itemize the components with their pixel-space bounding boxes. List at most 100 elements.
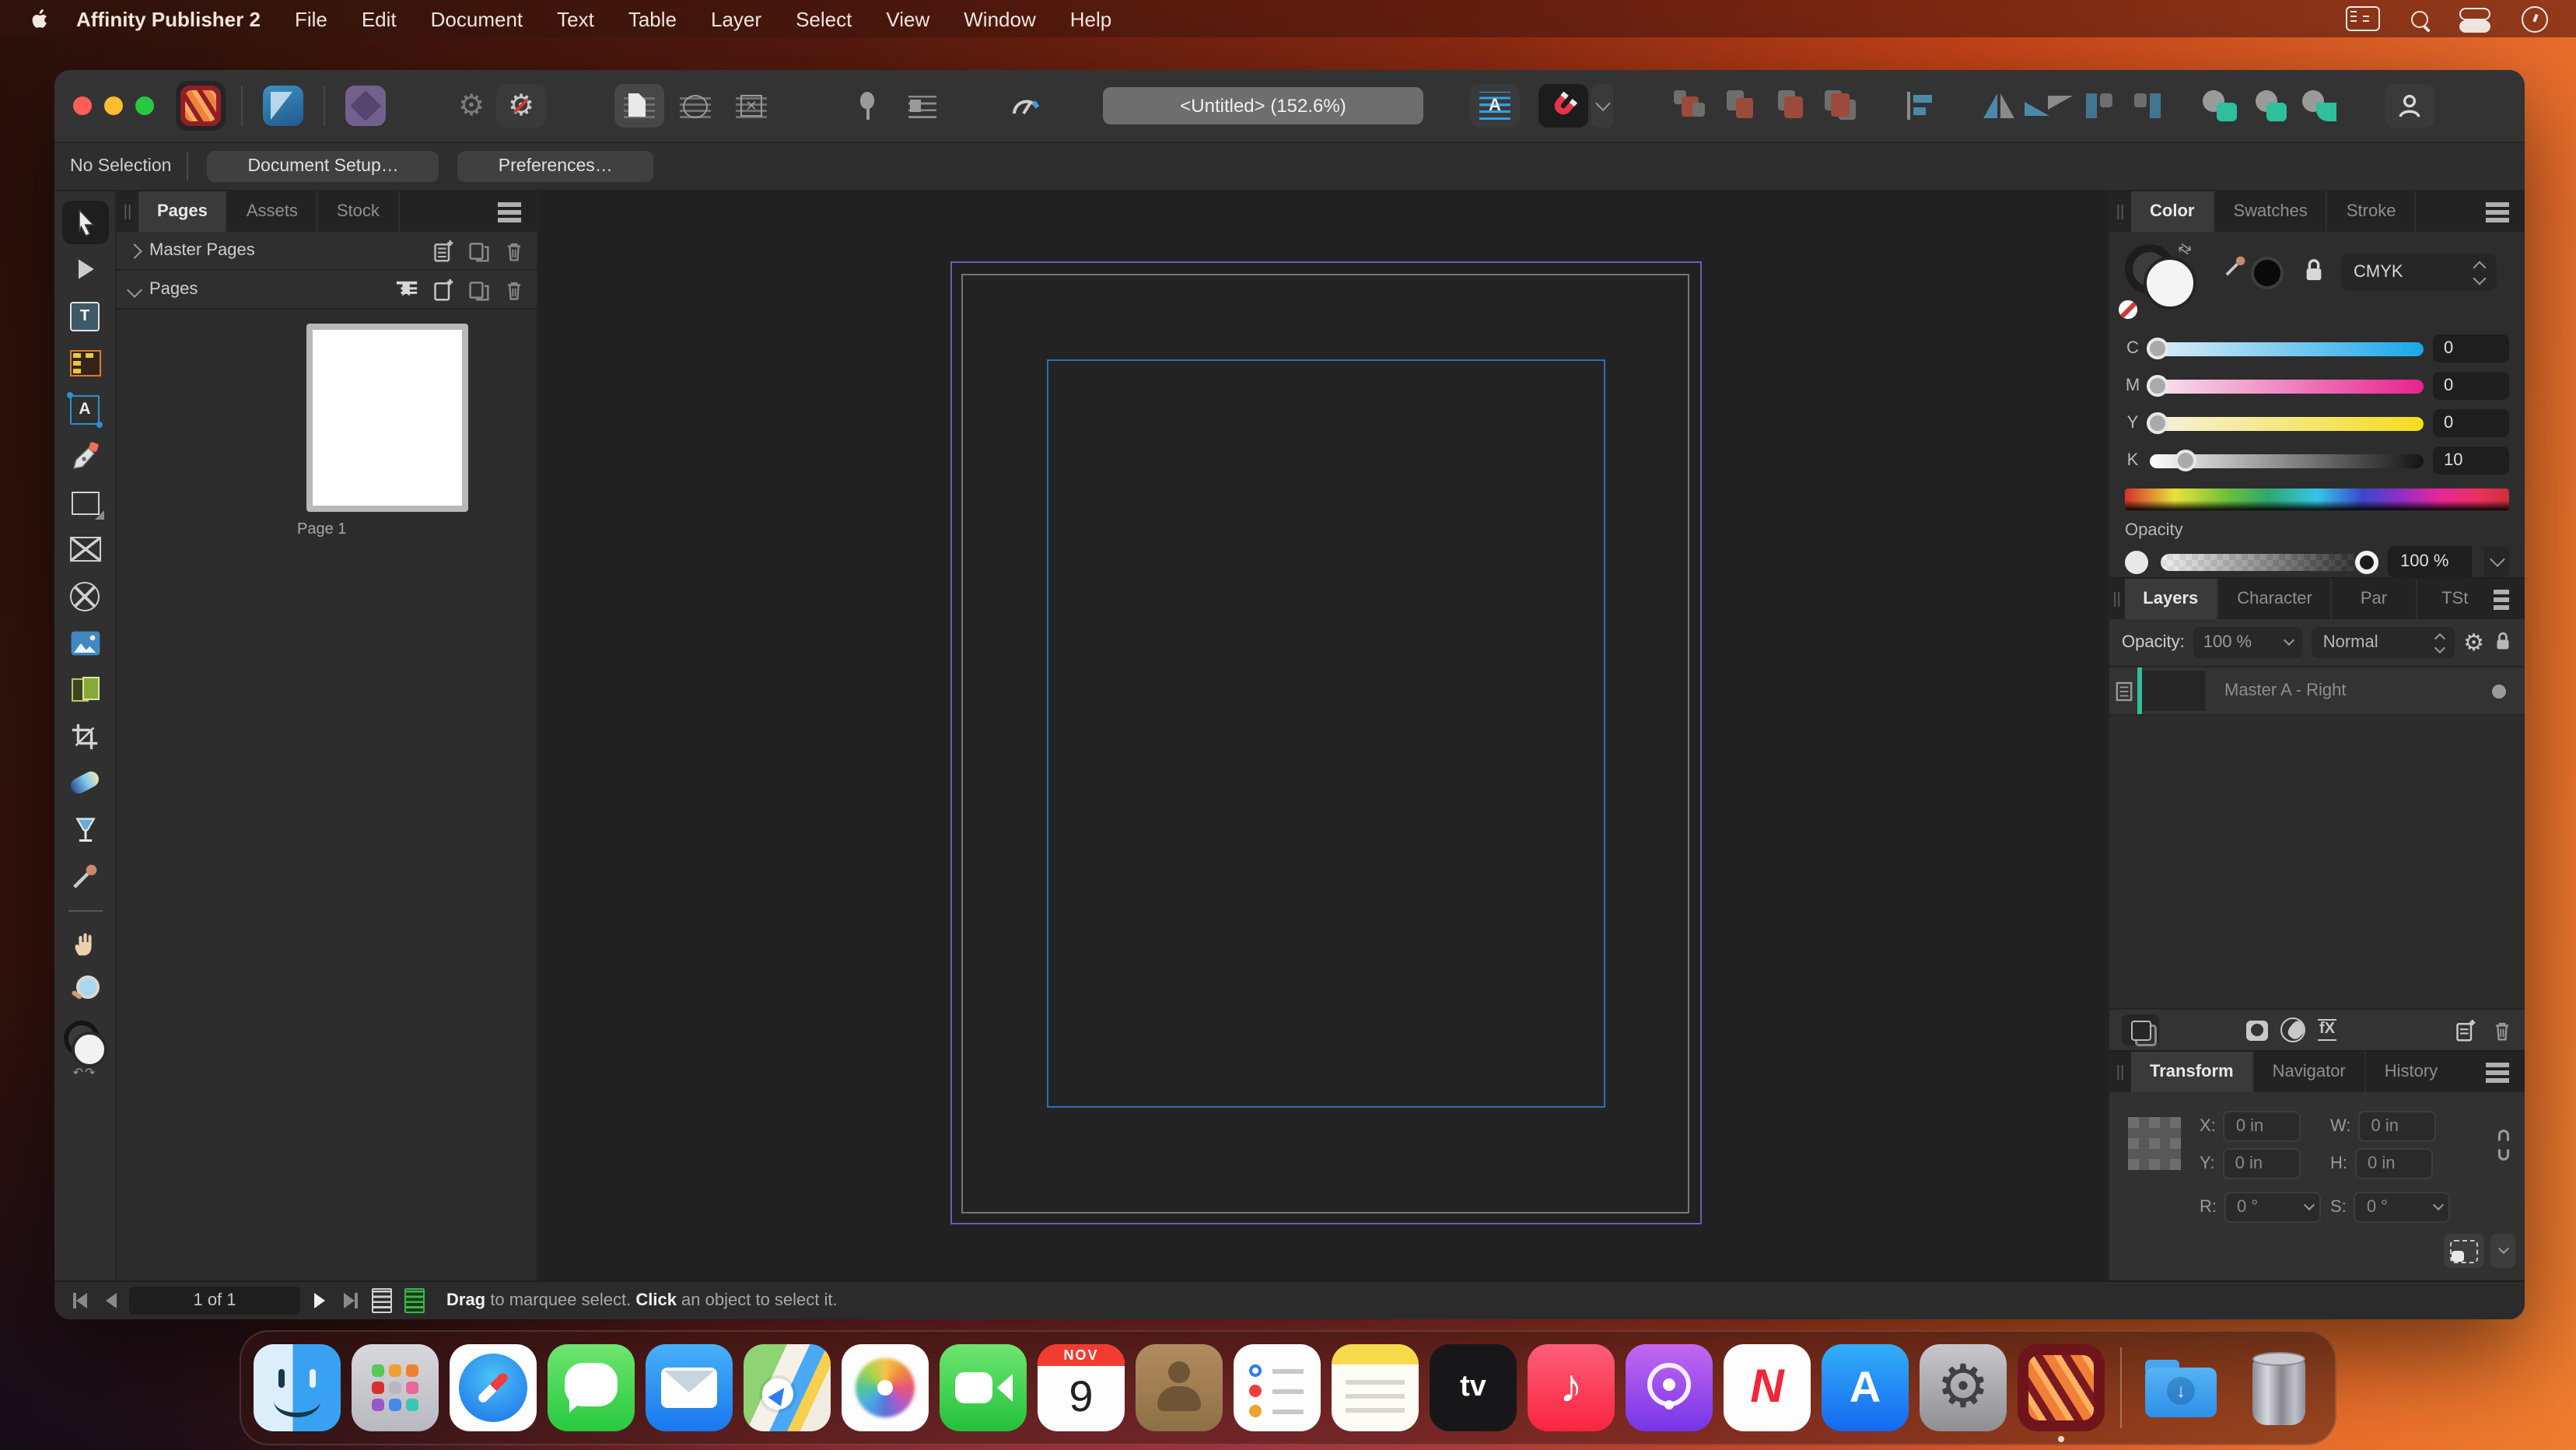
transparency-tool[interactable] <box>61 807 108 851</box>
y-input[interactable]: 0 in <box>2223 1148 2301 1179</box>
dock-reminders-icon[interactable] <box>1234 1344 1321 1431</box>
chevron-right-icon[interactable] <box>127 243 142 258</box>
add-master-page-icon[interactable] <box>432 239 454 262</box>
dock-facetime-icon[interactable] <box>940 1344 1027 1431</box>
menu-file[interactable]: File <box>295 7 327 30</box>
apple-logo-icon[interactable] <box>28 7 51 30</box>
page-1-label[interactable]: Page 1 <box>297 521 537 538</box>
panel-grip[interactable]: || <box>117 191 138 232</box>
snapping-options-chevron[interactable] <box>1591 84 1613 128</box>
rotate-cw-button[interactable] <box>2123 84 2173 128</box>
tab-stroke[interactable]: Stroke <box>2328 191 2417 232</box>
duplicate-page-icon[interactable] <box>468 278 490 301</box>
control-center-icon[interactable] <box>2459 8 2490 30</box>
delete-layer-icon[interactable] <box>2492 1018 2512 1042</box>
tab-text-styles[interactable]: TSt <box>2417 579 2493 619</box>
picture-frame-rectangle-tool[interactable] <box>61 527 108 571</box>
menu-edit[interactable]: Edit <box>362 7 397 30</box>
blend-mode-dropdown[interactable]: Normal <box>2312 627 2454 658</box>
publisher-persona-button[interactable] <box>176 81 226 131</box>
add-layer-icon[interactable] <box>2455 1018 2476 1042</box>
layer-row-master-a[interactable]: Master A - Right <box>2109 667 2525 716</box>
color-mode-dropdown[interactable]: CMYK <box>2341 254 2497 291</box>
first-page-button[interactable] <box>64 1287 95 1315</box>
document-canvas[interactable] <box>538 191 2108 1280</box>
lock-icon[interactable] <box>2302 257 2326 288</box>
wrap-outline-button[interactable] <box>614 84 664 128</box>
rectangle-tool[interactable] <box>61 481 108 524</box>
mask-layer-icon[interactable] <box>2246 1020 2268 1040</box>
transform-options-chevron[interactable] <box>2490 1234 2515 1268</box>
delete-master-icon[interactable] <box>504 239 524 262</box>
tab-swatches[interactable]: Swatches <box>2214 191 2327 232</box>
dock-maps-icon[interactable] <box>744 1344 831 1431</box>
opacity-slider[interactable] <box>2161 553 2375 570</box>
back-one-button[interactable] <box>1716 84 1766 128</box>
clock-icon[interactable] <box>2522 5 2548 32</box>
dock-launchpad-icon[interactable] <box>352 1344 439 1431</box>
boolean-subtract-button[interactable] <box>2245 84 2294 128</box>
show-special-characters-button[interactable]: A <box>1470 84 1520 128</box>
menu-app-name[interactable]: Affinity Publisher 2 <box>76 7 261 30</box>
dock-news-icon[interactable]: N <box>1724 1344 1811 1431</box>
menu-view[interactable]: View <box>886 7 929 30</box>
dock-downloads-icon[interactable]: ↓ <box>2137 1344 2224 1431</box>
anchor-point-selector[interactable] <box>2128 1117 2181 1170</box>
no-color-swatch[interactable] <box>2119 300 2137 319</box>
s-input[interactable]: 0 ° <box>2354 1192 2451 1223</box>
master-pages-section[interactable]: Master Pages <box>117 232 537 271</box>
account-button[interactable] <box>2385 84 2434 128</box>
pages-section[interactable]: Pages <box>117 271 537 310</box>
dock-mail-icon[interactable] <box>646 1344 733 1431</box>
wrap-ellipse-button[interactable] <box>670 84 720 128</box>
opacity-dropdown[interactable] <box>2484 546 2509 577</box>
black-slider[interactable] <box>2150 454 2424 468</box>
preferences-button[interactable]: Preferences… <box>458 151 653 182</box>
document-setup-button[interactable]: Document Setup… <box>207 151 439 182</box>
dock-settings-icon[interactable]: ⚙ <box>1920 1344 2007 1431</box>
magenta-value[interactable]: 0 <box>2433 372 2509 400</box>
close-window-button[interactable] <box>73 96 92 115</box>
cyan-slider[interactable] <box>2150 341 2424 355</box>
pin-button[interactable] <box>842 84 891 128</box>
hyphenation-button[interactable]: ⚙ <box>496 84 546 128</box>
tab-navigator[interactable]: Navigator <box>2254 1052 2366 1092</box>
tab-transform[interactable]: Transform <box>2131 1052 2254 1092</box>
tab-pages[interactable]: Pages <box>138 191 228 232</box>
menu-help[interactable]: Help <box>1070 7 1112 30</box>
yellow-value[interactable]: 0 <box>2433 409 2509 437</box>
wrap-frame-button[interactable]: ✕ <box>726 84 776 128</box>
tab-assets[interactable]: Assets <box>228 191 318 232</box>
auto-correct-button[interactable]: ⚙ <box>446 84 496 128</box>
fill-swatch[interactable] <box>2144 257 2196 310</box>
duplicate-layer-button[interactable] <box>2122 1014 2159 1045</box>
layer-settings-gear-icon[interactable]: ⚙ <box>2463 631 2484 654</box>
designer-persona-button[interactable] <box>258 81 308 131</box>
x-input[interactable]: 0 in <box>2224 1111 2301 1142</box>
move-tool[interactable] <box>61 201 108 244</box>
duplicate-master-icon[interactable] <box>468 239 490 262</box>
dock-contacts-icon[interactable] <box>1136 1344 1223 1431</box>
menu-text[interactable]: Text <box>557 7 594 30</box>
panel-menu-icon[interactable] <box>2486 209 2509 214</box>
tab-color[interactable]: Color <box>2131 191 2214 232</box>
minimize-window-button[interactable] <box>104 96 123 115</box>
dock-publisher-icon[interactable] <box>2018 1344 2105 1431</box>
h-input[interactable]: 0 in <box>2355 1148 2433 1179</box>
picked-color-well[interactable] <box>2251 257 2284 289</box>
next-page-button[interactable] <box>303 1287 334 1315</box>
dock-tv-icon[interactable]: tv <box>1430 1344 1517 1431</box>
tab-character[interactable]: Character <box>2218 579 2333 619</box>
picture-frame-ellipse-tool[interactable] <box>61 574 108 618</box>
pen-tool[interactable] <box>61 434 108 478</box>
menu-window[interactable]: Window <box>964 7 1036 30</box>
color-picker-icon[interactable] <box>2221 254 2248 285</box>
flip-vertical-button[interactable] <box>2024 84 2074 128</box>
dock-calendar-icon[interactable]: NOV 9 <box>1038 1344 1125 1431</box>
magenta-slider[interactable] <box>2150 379 2424 393</box>
place-image-tool[interactable] <box>61 621 108 664</box>
r-input[interactable]: 0 ° <box>2224 1192 2321 1223</box>
dock-safari-icon[interactable] <box>450 1344 537 1431</box>
fill-gradient-tool[interactable] <box>61 761 108 804</box>
tab-paragraph[interactable]: Par <box>2333 579 2417 619</box>
